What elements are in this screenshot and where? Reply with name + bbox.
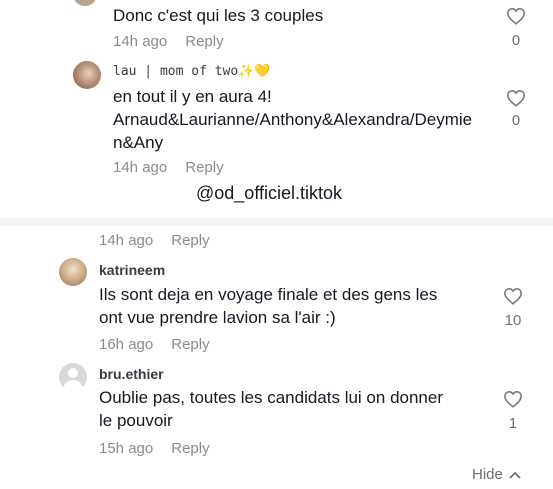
watermark-text: @od_officiel.tiktok — [196, 183, 343, 203]
comment-time: 16h ago — [99, 336, 154, 353]
comment-text: n&Any — [113, 133, 164, 152]
reply-button[interactable]: Reply — [171, 232, 209, 249]
heart-outline-icon — [506, 7, 526, 25]
reply-button[interactable]: Reply — [185, 33, 223, 50]
like-button[interactable] — [505, 89, 527, 107]
username-emoji: ✨💛 — [238, 64, 271, 79]
comment-meta: 16h ago Reply — [99, 336, 210, 353]
avatar[interactable] — [59, 363, 87, 391]
comment-text: Donc c'est qui les 3 couples — [113, 6, 324, 25]
comment-meta: 14h ago Reply — [99, 232, 210, 249]
reply-button[interactable]: Reply — [171, 440, 209, 457]
comments-section-top: Donc c'est qui les 3 couples 14h ago Repl… — [0, 0, 553, 218]
comment-meta: 14h ago Reply — [113, 159, 224, 176]
comment-meta: 14h ago Reply — [113, 33, 224, 50]
like-count: 1 — [508, 415, 518, 432]
comment-username[interactable]: katrineem — [99, 262, 165, 278]
comment-username[interactable]: bru.ethier — [99, 366, 164, 382]
section-divider — [0, 218, 553, 226]
comment-meta: 15h ago Reply — [99, 440, 210, 457]
like-count: 10 — [504, 312, 522, 329]
heart-outline-icon — [506, 89, 526, 107]
like-button[interactable] — [502, 390, 524, 408]
like-count: 0 — [511, 32, 521, 49]
default-avatar-icon-body — [63, 380, 83, 391]
hide-label: Hide — [472, 466, 503, 483]
reply-button[interactable]: Reply — [171, 336, 209, 353]
comment-username[interactable]: lau | mom of two✨💛 — [113, 64, 271, 79]
reply-button[interactable]: Reply — [185, 159, 223, 176]
like-button[interactable] — [505, 7, 527, 25]
comments-section-bottom: 14h ago Reply katrineem Ils sont deja en … — [0, 226, 553, 489]
avatar[interactable] — [74, 0, 96, 6]
username-text: lau | mom of two — [113, 64, 239, 79]
comment-time: 15h ago — [99, 440, 154, 457]
heart-outline-icon — [503, 390, 523, 408]
heart-outline-icon — [503, 287, 523, 305]
comment-text: Arnaud&Laurianne/Anthony&Alexandra/Deymi… — [113, 110, 473, 129]
comment-time: 14h ago — [113, 33, 168, 50]
like-button[interactable] — [502, 287, 524, 305]
comment-text: le pouvoir — [99, 411, 173, 430]
comment-time: 14h ago — [113, 159, 168, 176]
hide-replies-button[interactable]: Hide — [472, 466, 521, 483]
default-avatar-icon — [68, 368, 78, 378]
like-count: 0 — [511, 112, 521, 129]
avatar[interactable] — [59, 258, 87, 286]
comment-text: ont vue prendre lavion sa l'air :) — [99, 308, 336, 327]
comment-time: 14h ago — [99, 232, 154, 249]
chevron-up-icon — [509, 466, 521, 483]
avatar[interactable] — [73, 61, 101, 89]
